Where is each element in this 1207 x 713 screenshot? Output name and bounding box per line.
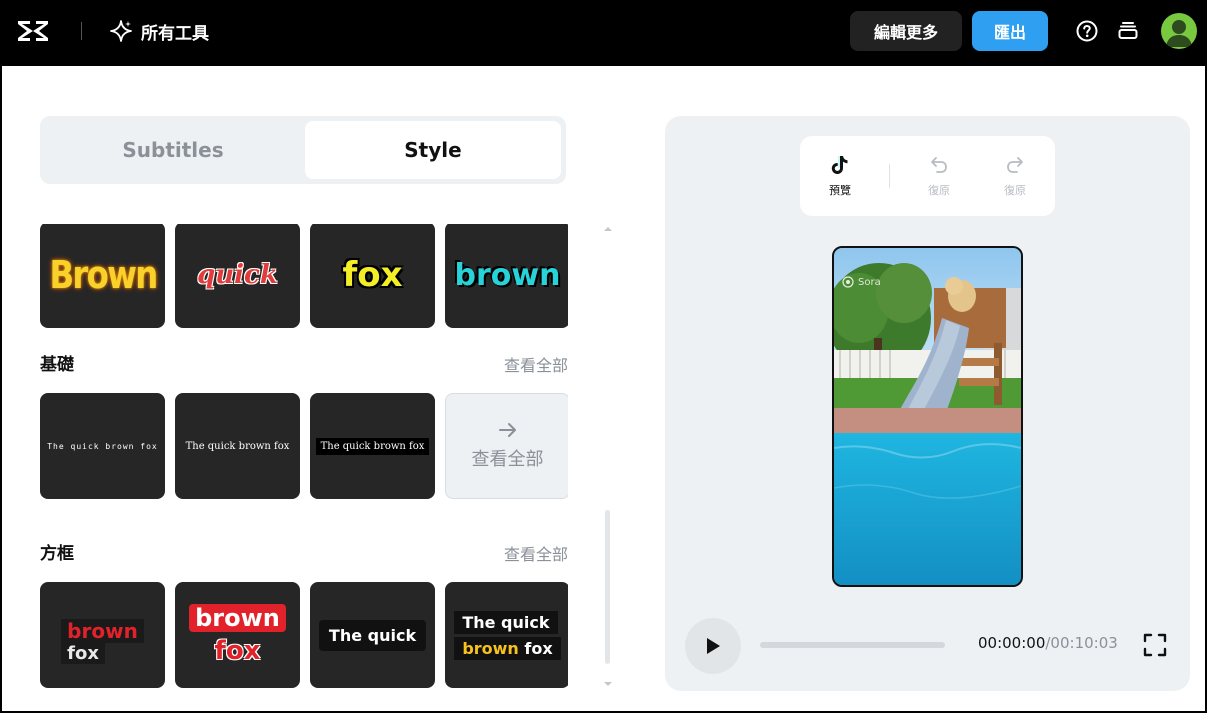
- style-sample-text: The quick: [318, 619, 427, 651]
- user-avatar[interactable]: [1161, 13, 1197, 49]
- style-sample-text: fox: [61, 642, 105, 664]
- style-sample-text: quick: [197, 260, 278, 290]
- top-bar: 所有工具 編輯更多 匯出: [0, 0, 1207, 66]
- style-sample-text: fox: [524, 638, 553, 658]
- tiktok-preview-label: 預覽: [829, 184, 851, 197]
- play-button[interactable]: [685, 618, 741, 674]
- section-title-basic: 基礎: [40, 355, 74, 375]
- tab-subtitles[interactable]: Subtitles: [44, 121, 302, 179]
- help-icon[interactable]: [1075, 19, 1099, 43]
- redo-button[interactable]: 復原: [993, 154, 1037, 198]
- all-tools-button[interactable]: 所有工具: [109, 17, 209, 45]
- style-sample: brown fox: [61, 618, 144, 664]
- style-sample: The quick brown fox: [454, 610, 561, 660]
- play-icon: [707, 638, 720, 654]
- topbar-divider: [81, 22, 82, 40]
- view-all-box-link[interactable]: 查看全部: [504, 541, 568, 565]
- style-sample-text: brown: [454, 257, 561, 293]
- playback-time: 00:00:00/00:10:03: [978, 634, 1118, 652]
- stack-icon[interactable]: [1116, 19, 1140, 43]
- subtitle-style-tabs: Subtitles Style: [40, 116, 566, 184]
- style-tile-basic-bg[interactable]: The quick brown fox: [310, 393, 435, 499]
- style-sample-text: brown: [462, 638, 519, 658]
- capcut-logo-icon[interactable]: [16, 17, 50, 45]
- user-icon: [1166, 20, 1192, 47]
- style-sample-text: The quick brown fox: [185, 440, 290, 452]
- toolbar-divider: [889, 164, 890, 188]
- preview-toolbar: 預覽 復原 復原: [800, 136, 1055, 216]
- style-sample-text: fox: [214, 636, 261, 666]
- undo-label: 復原: [928, 184, 950, 197]
- video-frame-image: [834, 248, 1021, 585]
- view-all-basic-link[interactable]: 查看全部: [504, 352, 568, 376]
- sora-logo-icon: [842, 276, 854, 288]
- duration-time: /00:10:03: [1045, 634, 1118, 652]
- video-watermark: Sora: [842, 276, 881, 288]
- current-time: 00:00:00: [978, 634, 1046, 652]
- style-tile-basic-serif[interactable]: The quick brown fox: [175, 393, 300, 499]
- style-grid: Brown quick fox brown 基礎 查看全部 The quick …: [40, 224, 568, 691]
- style-tile-quick-outline[interactable]: quick: [175, 224, 300, 328]
- watermark-text: Sora: [858, 276, 881, 288]
- style-sample-text: Brown: [48, 253, 158, 297]
- style-sample-line: brown fox: [454, 636, 561, 660]
- style-tile-box-red[interactable]: brown fox: [40, 582, 165, 688]
- scroll-up-arrow-icon[interactable]: [602, 224, 614, 234]
- style-sample-text: fox: [342, 255, 403, 295]
- tiktok-icon: [831, 156, 848, 174]
- style-sample-text: brown: [61, 618, 144, 643]
- view-all-tile-label: 查看全部: [471, 449, 544, 470]
- style-tile-box-black[interactable]: The quick: [310, 582, 435, 688]
- style-tile-fox-yellow[interactable]: fox: [310, 224, 435, 328]
- scrollbar-thumb[interactable]: [605, 510, 610, 664]
- tiktok-preview-button[interactable]: 預覽: [818, 154, 862, 198]
- edit-more-button[interactable]: 編輯更多: [850, 11, 962, 51]
- style-sample-text: The quick brown fox: [315, 437, 430, 455]
- section-title-box: 方框: [40, 544, 74, 564]
- style-tile-brown-cyan[interactable]: brown: [445, 224, 568, 328]
- view-all-basic-tile[interactable]: 查看全部: [445, 393, 568, 499]
- all-tools-label: 所有工具: [141, 23, 209, 44]
- style-tile-box-two-line[interactable]: The quick brown fox: [445, 582, 568, 688]
- tab-style[interactable]: Style: [305, 121, 561, 179]
- scroll-down-arrow-icon[interactable]: [602, 679, 614, 689]
- sparkle-icon: [110, 20, 132, 42]
- playback-progress-bar[interactable]: [760, 642, 945, 648]
- redo-label: 復原: [1004, 184, 1026, 197]
- style-sample-text: brown: [189, 604, 286, 632]
- style-tile-box-redbg[interactable]: brown fox: [175, 582, 300, 688]
- export-button[interactable]: 匯出: [972, 11, 1048, 51]
- style-sample: brown fox: [189, 604, 286, 666]
- arrow-right-icon: [498, 423, 516, 437]
- undo-icon: [931, 157, 947, 173]
- preview-panel: 預覽 復原 復原 Sora 00:00:00/00:10:03: [665, 116, 1190, 691]
- style-tile-brown-glow[interactable]: Brown: [40, 224, 165, 328]
- video-preview[interactable]: Sora: [832, 246, 1023, 587]
- main-content: Subtitles Style Brown quick fox brown 基礎…: [2, 66, 1205, 711]
- redo-icon: [1007, 157, 1023, 173]
- style-sample-text: The quick brown fox: [47, 441, 158, 451]
- style-sample-text: The quick: [454, 610, 558, 634]
- style-tile-basic-mono[interactable]: The quick brown fox: [40, 393, 165, 499]
- undo-button[interactable]: 復原: [917, 154, 961, 198]
- fullscreen-icon[interactable]: [1142, 632, 1168, 658]
